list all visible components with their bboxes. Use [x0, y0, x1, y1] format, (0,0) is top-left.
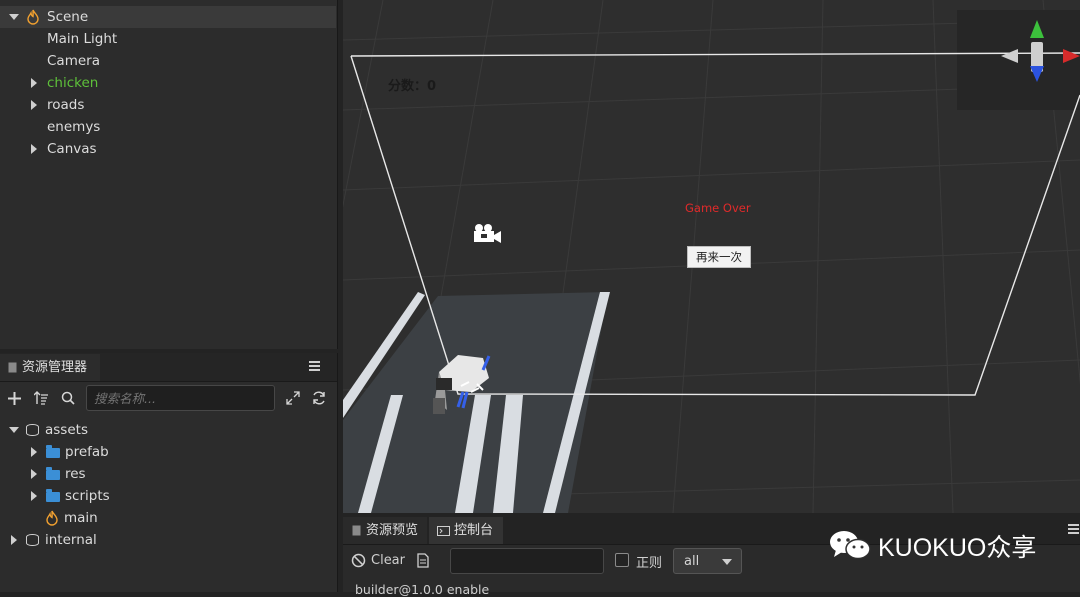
asset-item-label: internal — [45, 532, 97, 548]
search-icon[interactable] — [61, 391, 75, 405]
hierarchy-panel: Scene Main Light Camera chicken roads en… — [0, 0, 338, 349]
hierarchy-item-camera[interactable]: Camera — [0, 50, 336, 72]
chevron-right-icon[interactable] — [31, 78, 37, 88]
asset-item-assets[interactable]: assets — [0, 419, 337, 441]
file-icon — [352, 525, 361, 536]
gizmo-background — [957, 10, 1080, 110]
scene-icon — [27, 9, 39, 25]
database-icon — [26, 424, 39, 436]
retry-button[interactable]: 再来一次 — [687, 246, 751, 268]
asset-item-scripts[interactable]: scripts — [0, 485, 337, 507]
asset-item-label: assets — [45, 422, 88, 438]
asset-item-prefab[interactable]: prefab — [0, 441, 337, 463]
asset-item-main[interactable]: main — [0, 507, 337, 529]
chevron-right-icon[interactable] — [31, 447, 37, 457]
hierarchy-item-main-light[interactable]: Main Light — [0, 28, 336, 50]
tab-label: 控制台 — [454, 523, 494, 538]
hierarchy-item-label: Canvas — [47, 141, 97, 157]
scene-icon — [46, 510, 58, 526]
hierarchy-item-scene[interactable]: Scene — [0, 6, 336, 28]
chevron-right-icon[interactable] — [31, 469, 37, 479]
tab-label: 资源预览 — [366, 523, 419, 538]
block-icon — [351, 553, 366, 568]
console-filter-input[interactable] — [450, 548, 604, 574]
hierarchy-item-label: Scene — [47, 9, 89, 25]
regex-checkbox[interactable] — [615, 553, 629, 567]
chevron-down-icon[interactable] — [9, 14, 19, 20]
chevron-down-icon[interactable] — [9, 427, 19, 433]
assets-panel: 资源管理器 assets prefab res scripts main — [0, 353, 338, 592]
asset-item-label: scripts — [65, 488, 110, 504]
console-log-line: builder@1.0.0 enable — [355, 582, 490, 597]
tab-label: 资源管理器 — [22, 360, 88, 375]
tab-asset-preview[interactable]: 资源预览 — [343, 517, 427, 544]
expand-icon[interactable] — [286, 391, 300, 405]
chevron-right-icon[interactable] — [11, 535, 17, 545]
asset-item-label: prefab — [65, 444, 109, 460]
regex-label: 正则 — [636, 556, 663, 571]
hierarchy-item-label: Camera — [47, 53, 100, 69]
clear-label: Clear — [371, 553, 405, 568]
hierarchy-item-roads[interactable]: roads — [0, 94, 336, 116]
camera-gizmo-icon[interactable] — [474, 224, 501, 243]
sort-icon[interactable] — [34, 391, 48, 405]
hierarchy-item-canvas[interactable]: Canvas — [0, 138, 336, 160]
add-icon[interactable] — [8, 392, 21, 405]
chevron-right-icon[interactable] — [31, 100, 37, 110]
folder-icon — [46, 467, 60, 480]
folder-icon — [46, 489, 60, 502]
asset-item-label: main — [64, 510, 98, 526]
asset-item-res[interactable]: res — [0, 463, 337, 485]
menu-icon[interactable] — [309, 361, 320, 371]
hierarchy-item-label: roads — [47, 97, 85, 113]
tab-assets[interactable]: 资源管理器 — [0, 354, 100, 381]
watermark-text: KUOKUO众享 — [878, 534, 1037, 562]
game-over-label: Game Over — [685, 201, 751, 215]
chevron-right-icon[interactable] — [31, 491, 37, 501]
refresh-icon[interactable] — [312, 391, 326, 405]
hierarchy-item-label: enemys — [47, 119, 101, 135]
folder-icon — [46, 445, 60, 458]
menu-icon[interactable] — [1068, 524, 1079, 534]
log-level-value: all — [684, 554, 700, 569]
hierarchy-item-chicken[interactable]: chicken — [0, 72, 336, 94]
wechat-icon — [830, 531, 871, 560]
database-icon — [26, 534, 39, 546]
file-icon — [8, 362, 17, 373]
terminal-icon — [437, 526, 450, 536]
chevron-down-icon — [722, 559, 732, 565]
search-input[interactable] — [86, 385, 275, 411]
hierarchy-item-enemys[interactable]: enemys — [0, 116, 336, 138]
chevron-right-icon[interactable] — [31, 144, 37, 154]
asset-item-internal[interactable]: internal — [0, 529, 337, 551]
tab-console[interactable]: 控制台 — [429, 517, 503, 544]
document-icon[interactable] — [417, 553, 429, 568]
log-level-select[interactable]: all — [673, 548, 742, 574]
score-label: 分数：0 — [388, 79, 437, 94]
hierarchy-item-label: Main Light — [47, 31, 118, 47]
scene-view[interactable]: 分数：0 Game Over 再来一次 — [343, 0, 1080, 513]
asset-item-label: res — [65, 466, 86, 482]
hierarchy-item-label: chicken — [47, 75, 99, 91]
